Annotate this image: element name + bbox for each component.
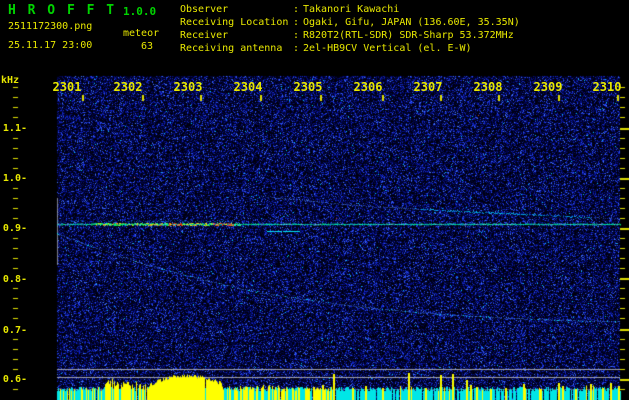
freq-tick-label: 1.0- <box>2 173 27 184</box>
info-value: 2el-HB9CV Vertical (el. E-W) <box>303 43 472 54</box>
spectrogram-canvas <box>0 0 629 400</box>
info-value: Ogaki, Gifu, JAPAN (136.60E, 35.35N) <box>303 17 520 28</box>
colon-separator: : <box>293 43 300 54</box>
app-title: H R O F F T <box>8 3 117 18</box>
freq-tick-label: 0.7- <box>2 325 27 336</box>
info-row-location: Receiving Location: Ogaki, Gifu, JAPAN (1… <box>180 18 520 28</box>
time-tick-label: 2305 <box>293 80 323 94</box>
info-label: Receiving Location <box>180 17 289 28</box>
image-filename: 2511172300.png <box>8 21 93 32</box>
time-tick-label: 2308 <box>473 80 503 94</box>
colon-separator: : <box>293 4 300 15</box>
info-label: Receiver <box>180 30 229 41</box>
time-tick-label: 2301 <box>52 80 82 94</box>
freq-tick-label: 0.9- <box>2 223 27 234</box>
app-version: 1.0.0 <box>123 5 157 18</box>
info-row-observer: Observer: Takanori Kawachi <box>180 5 399 15</box>
colon-separator: : <box>293 17 300 28</box>
hrofft-window: H R O F F T 1.0.0 2511172300.png meteor … <box>0 0 629 400</box>
time-tick-label: 2302 <box>113 80 143 94</box>
time-tick-label: 2310 <box>592 80 622 94</box>
freq-tick-label: 1.1- <box>2 123 27 134</box>
freq-tick-label: 0.8- <box>2 274 27 285</box>
khz-unit-label: kHz <box>1 75 20 86</box>
time-tick-label: 2306 <box>353 80 383 94</box>
info-label: Observer <box>180 4 229 15</box>
observation-datetime: 25.11.17 23:00 <box>8 40 93 51</box>
meteor-count: 63 <box>141 41 154 52</box>
time-tick-label: 2307 <box>413 80 443 94</box>
time-tick-label: 2304 <box>233 80 263 94</box>
observation-mode: meteor <box>123 28 160 39</box>
time-tick-label: 2303 <box>173 80 203 94</box>
info-value: Takanori Kawachi <box>303 4 400 15</box>
info-label: Receiving antenna <box>180 43 283 54</box>
info-row-receiver: Receiver: R820T2(RTL-SDR) SDR-Sharp 53.37… <box>180 31 514 41</box>
colon-separator: : <box>293 30 300 41</box>
freq-tick-label: 0.6- <box>2 374 27 385</box>
info-row-antenna: Receiving antenna:2el-HB9CV Vertical (el… <box>180 44 472 54</box>
time-tick-label: 2309 <box>533 80 563 94</box>
info-value: R820T2(RTL-SDR) SDR-Sharp 53.372MHz <box>303 30 514 41</box>
